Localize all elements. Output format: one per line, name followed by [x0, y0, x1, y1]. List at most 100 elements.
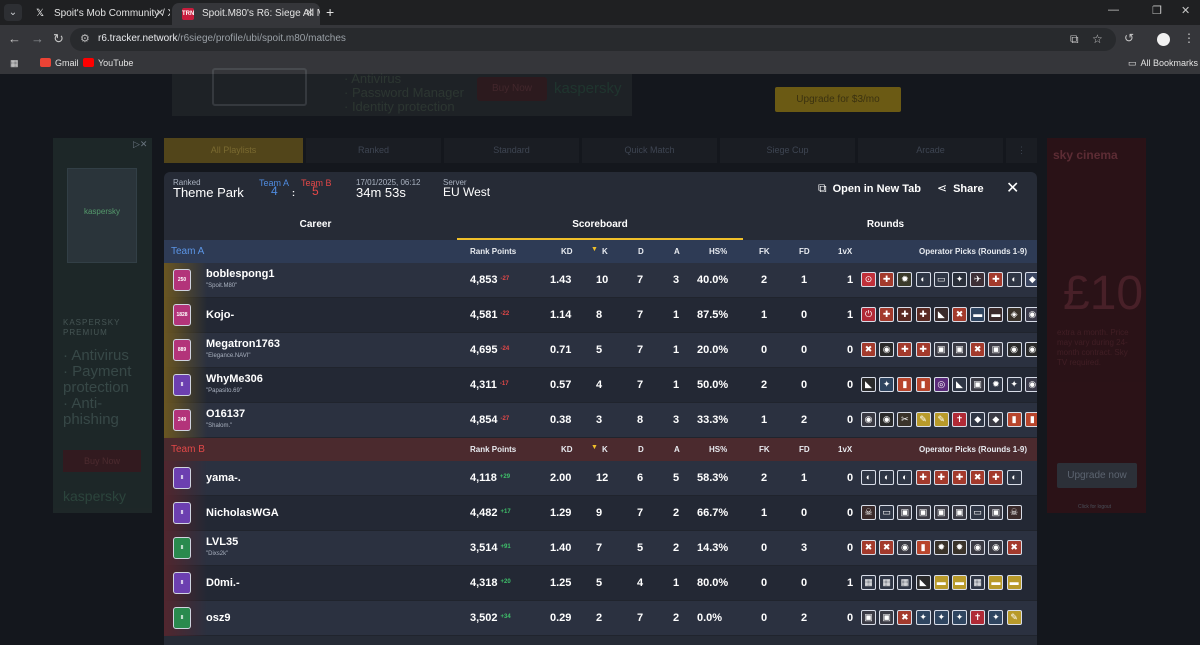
operator-icon[interactable]: ▦: [861, 575, 876, 590]
operator-icon[interactable]: ◐: [1006, 272, 1022, 287]
operator-icon[interactable]: ☠: [1006, 505, 1022, 520]
operator-icon[interactable]: ◉: [1006, 342, 1022, 357]
operator-icon[interactable]: ▣: [988, 505, 1004, 520]
playlist-siege-cup[interactable]: Siege Cup: [720, 138, 855, 163]
right-skyscraper-ad[interactable]: sky cinema £10 extra a month. Price may …: [1047, 138, 1146, 513]
operator-icon[interactable]: ✖: [879, 540, 895, 555]
upgrade-button[interactable]: Upgrade for $3/mo: [775, 87, 901, 112]
history-icon[interactable]: ↺: [1124, 31, 1134, 45]
operator-icon[interactable]: ✚: [915, 342, 931, 357]
player-row[interactable]: II D0mi.- 4,318 +20 1.25 5 4 1 80.0% 0 0 1 ▦ ▦ ▦ ◣ ▬ ▬ ▦ ▬ ▬: [164, 566, 1037, 601]
player-name[interactable]: boblespong1: [206, 268, 274, 280]
new-tab-button[interactable]: +: [326, 4, 334, 20]
operator-icon[interactable]: ▬: [1006, 575, 1022, 590]
player-name[interactable]: LVL35: [206, 536, 238, 548]
player-row[interactable]: 250 boblespong1 "Spoit.M80" 4,853 -27 1.43 10 7…: [164, 263, 1037, 298]
more-icon[interactable]: ⋮: [1006, 138, 1037, 163]
operator-icon[interactable]: ✎: [915, 412, 931, 427]
window-close-icon[interactable]: ✕: [1181, 4, 1190, 17]
operator-icon[interactable]: ✖: [861, 342, 876, 357]
operator-icon[interactable]: ◣: [915, 575, 931, 590]
player-name[interactable]: O16137: [206, 408, 245, 420]
operator-icon[interactable]: ✖: [970, 342, 986, 357]
reload-icon[interactable]: ↻: [53, 31, 64, 47]
upgrade-now-button[interactable]: Upgrade now: [1057, 463, 1137, 488]
playlist-ranked[interactable]: Ranked: [306, 138, 441, 163]
operator-icon[interactable]: ◆: [1024, 272, 1037, 287]
sort-desc-icon[interactable]: ▼: [591, 444, 598, 451]
operator-icon[interactable]: ✎: [1006, 610, 1022, 625]
operator-icon[interactable]: ✂: [897, 412, 913, 427]
operator-icon[interactable]: ✚: [952, 470, 967, 485]
operator-icon[interactable]: ▦: [879, 575, 895, 590]
operator-icon[interactable]: ▣: [861, 610, 876, 625]
bookmark-gmail[interactable]: Gmail: [40, 57, 79, 70]
player-name[interactable]: NicholasWGA: [206, 507, 279, 519]
operator-icon[interactable]: ◈: [1006, 307, 1022, 322]
player-row[interactable]: II osz9 3,502 +34 0.29 2 7 2 0.0% 0 2 0 ▣ ▣ ✖ ✦ ✦ ✦ ✝ ✦ ✎: [164, 601, 1037, 636]
browser-tab-x[interactable]: 𝕏 Spoit's Mob Community / X ✕: [24, 3, 170, 25]
player-row[interactable]: 889 Megatron1763 "Elegance.NAVI" 4,695 -24 0.…: [164, 333, 1037, 368]
operator-icon[interactable]: ⊙: [861, 272, 876, 287]
operator-icon[interactable]: ◉: [1024, 307, 1037, 322]
playlist-standard[interactable]: Standard: [444, 138, 579, 163]
ad-buy-button[interactable]: Buy Now: [63, 450, 141, 472]
operator-icon[interactable]: ▣: [915, 505, 931, 520]
operator-icon[interactable]: ◣: [952, 377, 967, 392]
operator-icon[interactable]: ▦: [897, 575, 913, 590]
operator-icon[interactable]: ✖: [970, 470, 986, 485]
operator-icon[interactable]: ▦: [970, 575, 986, 590]
player-name[interactable]: WhyMe306: [206, 373, 263, 385]
operator-icon[interactable]: ▣: [933, 342, 949, 357]
operator-icon[interactable]: ◐: [1006, 470, 1022, 485]
operator-icon[interactable]: ▬: [933, 575, 949, 590]
bookmark-star-icon[interactable]: ☆: [1092, 32, 1103, 46]
operator-icon[interactable]: ✦: [1006, 377, 1022, 392]
operator-icon[interactable]: ▬: [988, 575, 1004, 590]
operator-icon[interactable]: ✚: [988, 272, 1004, 287]
operator-icon[interactable]: ✚: [897, 307, 913, 322]
player-name[interactable]: Megatron1763: [206, 338, 280, 350]
ad-buy-button[interactable]: Buy Now: [477, 77, 547, 101]
operator-icon[interactable]: ✖: [861, 540, 876, 555]
operator-icon[interactable]: ◆: [970, 412, 986, 427]
player-name[interactable]: D0mi.-: [206, 577, 240, 589]
operator-icon[interactable]: ✦: [952, 272, 967, 287]
operator-icon[interactable]: ◉: [988, 540, 1004, 555]
operator-icon[interactable]: ▮: [915, 377, 931, 392]
profile-avatar[interactable]: [1157, 33, 1170, 46]
operator-icon[interactable]: ✚: [879, 272, 895, 287]
operator-icon[interactable]: ✖: [897, 610, 913, 625]
operator-icon[interactable]: ◐: [861, 470, 876, 485]
tab-scoreboard[interactable]: Scoreboard: [524, 210, 676, 240]
operator-icon[interactable]: ◐: [879, 470, 895, 485]
ad-choices-icon[interactable]: ▷✕: [133, 139, 147, 150]
browser-tab-r6tracker[interactable]: TRN Spoit.M80's R6: Siege All Matche ✕: [172, 3, 320, 25]
operator-icon[interactable]: ▮: [897, 377, 913, 392]
operator-icon[interactable]: ◣: [861, 377, 876, 392]
operator-icon[interactable]: ✖: [1006, 540, 1022, 555]
player-name[interactable]: yama-.: [206, 472, 241, 484]
operator-icon[interactable]: ✚: [988, 470, 1004, 485]
operator-icon[interactable]: ✦: [933, 610, 949, 625]
operator-icon[interactable]: ▬: [970, 307, 986, 322]
tab-search-button[interactable]: ⌄: [4, 4, 22, 21]
operator-icon[interactable]: ◐: [915, 272, 931, 287]
apps-grid-icon[interactable]: ▦: [10, 57, 19, 70]
operator-icon[interactable]: ✦: [988, 610, 1004, 625]
operator-icon[interactable]: ▭: [879, 505, 895, 520]
operator-icon[interactable]: ✚: [915, 470, 931, 485]
operator-icon[interactable]: ⏻: [861, 307, 876, 322]
operator-icon[interactable]: ▣: [933, 505, 949, 520]
minimize-icon[interactable]: —: [1108, 4, 1119, 16]
operator-icon[interactable]: ✚: [933, 470, 949, 485]
operator-icon[interactable]: ▭: [933, 272, 949, 287]
operator-icon[interactable]: ✹: [952, 540, 967, 555]
tab-close-icon[interactable]: ✕: [156, 3, 164, 25]
operator-icon[interactable]: ▮: [1006, 412, 1022, 427]
operator-icon[interactable]: ◣: [933, 307, 949, 322]
share-button[interactable]: ⋖ Share: [937, 181, 984, 196]
operator-icon[interactable]: ✖: [952, 307, 967, 322]
player-name[interactable]: Kojo-: [206, 309, 234, 321]
operator-icon[interactable]: ✹: [897, 272, 913, 287]
